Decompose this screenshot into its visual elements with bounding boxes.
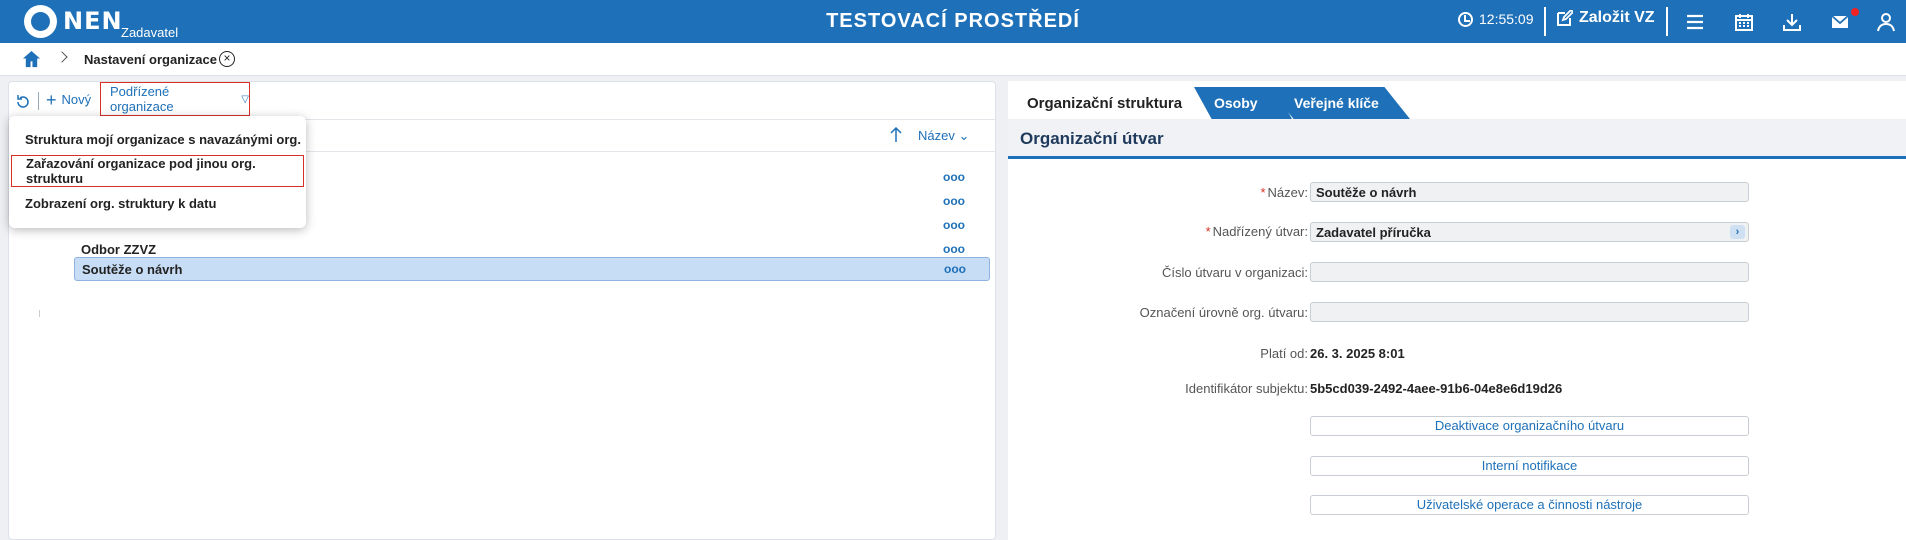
parent-unit-field[interactable]: Zadavatel příručka › — [1310, 222, 1749, 242]
new-button[interactable]: + Nový — [46, 89, 92, 110]
user-icon[interactable] — [1876, 12, 1896, 32]
session-clock: 12:55:09 — [1458, 11, 1534, 27]
subject-id-label: Identifikátor subjektu: — [1185, 381, 1308, 396]
create-vz-button[interactable]: Založit VZ — [1556, 9, 1655, 27]
sort-by-name[interactable]: Název ⌄ — [918, 128, 969, 144]
detail-panel: Veřejné klíče Osoby Organizační struktur… — [1008, 81, 1906, 540]
divider — [38, 92, 39, 110]
more-options-icon[interactable]: ooo — [943, 219, 965, 231]
close-tab-icon[interactable]: × — [219, 51, 235, 67]
sub-organizations-dropdown[interactable]: Podřízené organizace ▽ — [100, 82, 250, 116]
valid-from-value: 26. 3. 2025 8:01 — [1310, 346, 1405, 361]
chevron-right-icon[interactable]: › — [1730, 225, 1745, 239]
parent-unit-label: * Nadřízený útvar: — [1205, 224, 1308, 239]
tree-toolbar: + Nový Podřízené organizace ▽ — [9, 82, 995, 120]
create-vz-label: Založit VZ — [1579, 9, 1655, 26]
sort-ascending-icon[interactable] — [889, 126, 903, 144]
sub-organizations-label: Podřízené organizace — [110, 84, 174, 114]
more-options-icon[interactable]: ooo — [944, 263, 966, 275]
menu-item-structure-by-date[interactable]: Zobrazení org. struktury k datu — [9, 187, 306, 219]
section-header: Organizační útvar — [1008, 119, 1906, 159]
edit-icon — [1557, 9, 1573, 26]
detail-tabs: Veřejné klíče Osoby Organizační struktur… — [1008, 87, 1906, 119]
menu-item-structure-linked[interactable]: Struktura mojí organizace s navazánými o… — [9, 123, 306, 155]
internal-notifications-button[interactable]: Interní notifikace — [1310, 456, 1749, 476]
more-options-icon[interactable]: ooo — [943, 243, 965, 255]
top-bar: NEN Zadavatel TESTOVACÍ PROSTŘEDÍ 12:55:… — [0, 0, 1906, 43]
divider — [1666, 7, 1668, 36]
sort-label: Název — [918, 128, 955, 143]
new-label: Nový — [61, 92, 92, 107]
mail-icon[interactable] — [1830, 12, 1850, 32]
name-label: * Název: — [1260, 185, 1308, 200]
parent-unit-value: Zadavatel příručka — [1316, 225, 1431, 240]
unit-level-label: Označení úrovně org. útvaru: — [1139, 305, 1308, 320]
tree-connector — [39, 310, 40, 317]
unit-number-field[interactable] — [1310, 262, 1749, 282]
notification-badge — [1851, 8, 1859, 16]
unit-number-label: Číslo útvaru v organizaci: — [1162, 265, 1308, 280]
triangle-down-icon: ▽ — [241, 93, 249, 105]
valid-from-label: Platí od: — [1260, 346, 1308, 361]
brand-name: NEN — [63, 7, 123, 35]
divider — [1544, 7, 1546, 36]
menu-item-assign-organization[interactable]: Zařazování organizace pod jinou org. str… — [11, 155, 304, 187]
clock-time: 12:55:09 — [1479, 11, 1534, 27]
name-field[interactable]: Soutěže o návrh — [1310, 182, 1749, 202]
menu-icon[interactable] — [1685, 12, 1705, 32]
section-title: Organizační útvar — [1020, 129, 1164, 148]
sub-organizations-menu: Struktura mojí organizace s navazánými o… — [9, 116, 306, 228]
tree-label: Odbor ZZVZ — [81, 242, 157, 257]
chevron-down-icon: ⌄ — [958, 128, 970, 143]
unit-level-field[interactable] — [1310, 302, 1749, 322]
user-operations-button[interactable]: Uživatelské operace a činnosti nástroje — [1310, 495, 1749, 515]
download-icon[interactable] — [1782, 12, 1802, 32]
deactivate-unit-button[interactable]: Deaktivace organizačního útvaru — [1310, 416, 1749, 436]
plus-icon: + — [46, 89, 57, 110]
refresh-icon[interactable] — [15, 94, 31, 110]
tab-organization-structure[interactable]: Organizační struktura — [1015, 87, 1194, 119]
nen-logo-icon[interactable] — [24, 5, 57, 38]
home-icon[interactable] — [22, 50, 41, 69]
breadcrumb: Nastavení organizace × — [0, 43, 1906, 76]
tree-label: Soutěže o návrh — [82, 262, 183, 277]
tree-row-selected[interactable]: Soutěže o návrh ooo — [74, 257, 990, 281]
more-options-icon[interactable]: ooo — [943, 171, 965, 183]
breadcrumb-current[interactable]: Nastavení organizace — [84, 52, 217, 67]
brand-subtitle: Zadavatel — [121, 25, 179, 40]
more-options-icon[interactable]: ooo — [943, 195, 965, 207]
subject-id-value: 5b5cd039-2492-4aee-91b6-04e8e6d19d26 — [1310, 381, 1563, 396]
chevron-right-icon — [56, 51, 68, 63]
clock-icon — [1458, 11, 1473, 27]
calendar-icon[interactable] — [1734, 12, 1754, 32]
